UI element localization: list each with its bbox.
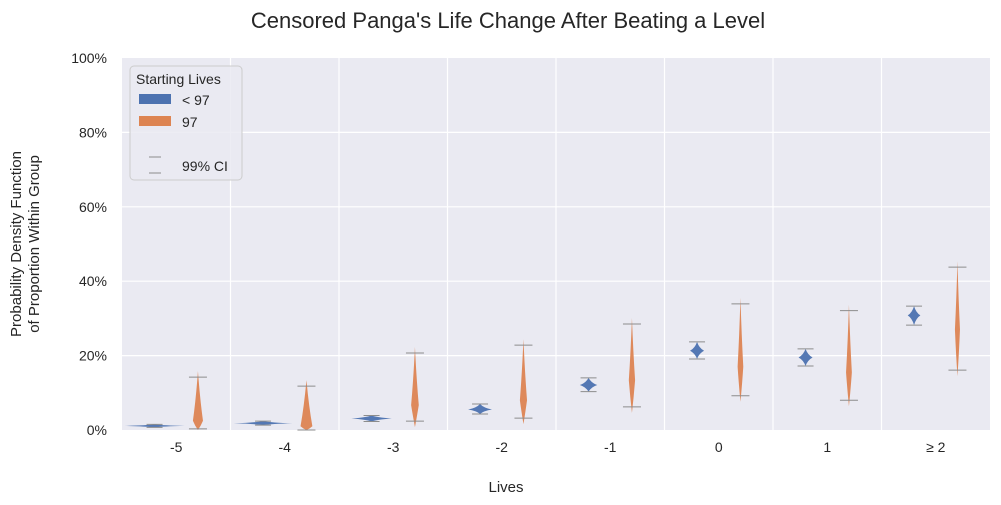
y-tick-label: 40% (79, 273, 107, 289)
legend-swatch-97 (139, 116, 171, 126)
legend: Starting Lives < 97 97 99% CI (129, 65, 243, 181)
legend-label-ci: 99% CI (182, 158, 228, 174)
y-axis-label-line-1: Probability Density Function (8, 151, 25, 337)
x-tick-label: 1 (823, 439, 831, 455)
x-tick-label: -1 (604, 439, 617, 455)
y-tick-label: 60% (79, 199, 107, 215)
y-axis-label-line-2: of Proportion Within Group (26, 155, 43, 333)
y-tick-label: 20% (79, 348, 107, 364)
legend-label-97: 97 (182, 114, 198, 130)
x-axis-ticks: -5 -4 -3 -2 -1 0 1 ≥ 2 (170, 439, 946, 455)
legend-swatch-lt97 (139, 94, 171, 104)
x-tick-label: -4 (279, 439, 292, 455)
chart-title: Censored Panga's Life Change After Beati… (251, 8, 765, 33)
y-tick-label: 80% (79, 124, 107, 140)
legend-title: Starting Lives (136, 71, 221, 87)
x-tick-label: ≥ 2 (926, 439, 946, 455)
y-axis-ticks: 0% 20% 40% 60% 80% 100% (71, 50, 107, 438)
y-axis-label: Probability Density Function of Proporti… (8, 151, 43, 337)
legend-label-lt97: < 97 (182, 92, 210, 108)
x-tick-label: -2 (496, 439, 509, 455)
y-tick-label: 0% (87, 422, 107, 438)
x-tick-label: 0 (715, 439, 723, 455)
x-tick-label: -5 (170, 439, 183, 455)
violin-chart: Censored Panga's Life Change After Beati… (8, 8, 990, 496)
y-tick-label: 100% (71, 50, 107, 66)
x-axis-label: Lives (488, 479, 523, 496)
x-tick-label: -3 (387, 439, 400, 455)
